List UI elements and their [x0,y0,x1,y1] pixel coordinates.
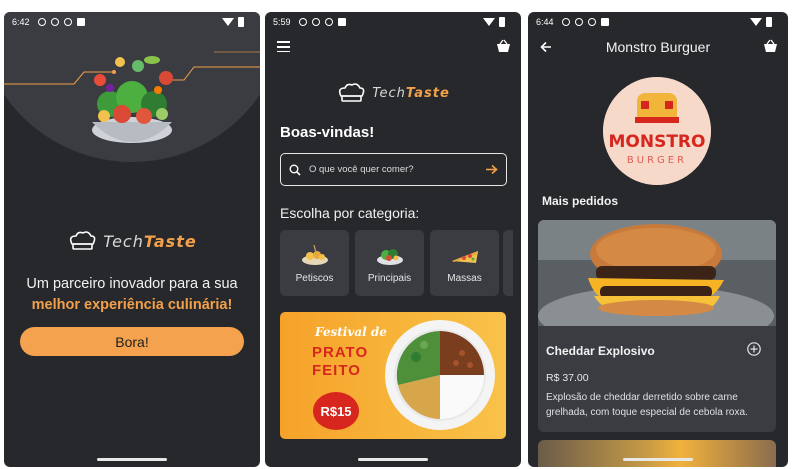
home-indicator[interactable] [97,458,167,461]
status-bar: 6:44 [528,12,788,32]
wifi-icon [483,18,495,26]
status-bar: 6:42 [4,12,260,32]
section-title: Mais pedidos [542,194,619,208]
banner-price-badge: R$15 [313,392,359,430]
search-input[interactable]: O que você quer comer? [309,164,485,175]
monstro-burger-logo: MONSTRO BURGER [603,77,711,185]
tagline-text: Um parceiro inovador para a sua [26,276,238,292]
tagline-highlight: melhor experiência culinária! [31,297,233,313]
search-icon [289,164,301,176]
home-indicator[interactable] [623,458,693,461]
tagline: Um parceiro inovador para a sua melhor e… [14,274,250,316]
battery-icon [238,17,244,27]
welcome-heading: Boas-vindas! [280,124,375,141]
logo-text-tech: Tech [372,85,406,101]
store-title: Monstro Burguer [605,39,711,55]
logo-word-monstro: MONSTRO [609,132,706,152]
basket-icon[interactable] [496,39,511,53]
logo-text-taste: Taste [405,85,450,101]
category-label: Petiscos [295,272,334,284]
wifi-icon [750,18,762,26]
battery-icon [499,17,505,27]
banner-title-line2: PRATO [312,344,369,361]
category-label: Principais [367,272,412,284]
category-heading: Escolha por categoria: [280,205,420,221]
dish-price: R$ 37.00 [546,372,589,384]
home-screen: 5:59 TechTaste Boas-vindas! O que você q… [265,12,521,467]
category-massas[interactable]: Massas [430,230,499,296]
app-notification-icon [600,18,609,26]
burger-photo [538,220,776,326]
notification-icon [561,18,570,26]
principais-icon [376,248,403,265]
mic-icon [324,18,333,26]
notification-icon [298,18,307,26]
status-time: 5:59 [273,17,291,27]
restaurant-logo: MONSTRO BURGER [603,77,711,185]
wifi-icon [222,18,234,26]
shield-icon [311,18,320,26]
chef-hat-icon [70,231,96,250]
salad-bowl-illustration [92,56,173,143]
app-logo: TechTaste [4,230,260,252]
petiscos-icon [301,244,328,265]
chef-hat-icon [339,83,365,102]
dish-card[interactable]: Cheddar Explosivo R$ 37.00 Explosão de c… [538,220,776,432]
category-list: Petiscos Principais Massas [280,230,499,296]
massas-icon [451,250,478,263]
bora-button[interactable]: Bora! [20,327,244,356]
top-app-bar [265,36,521,58]
app-notification-icon [76,18,85,26]
shield-icon [50,18,59,26]
promo-banner[interactable]: Festival de PRATO FEITO R$15 [280,312,506,439]
battery-icon [766,17,772,27]
add-circle-icon[interactable] [747,342,761,356]
plate-illustration [385,320,495,430]
menu-icon[interactable] [277,41,290,53]
top-app-bar: Monstro Burguer [528,36,788,58]
category-next-peek[interactable] [503,230,513,296]
home-indicator[interactable] [358,458,428,461]
arrow-right-icon[interactable] [485,164,498,175]
app-notification-icon [337,18,346,26]
category-label: Massas [447,272,482,284]
splash-screen: 6:42 TechTaste Um parceiro inovador para… [4,12,260,467]
basket-icon[interactable] [763,39,778,53]
search-field[interactable]: O que você quer comer? [280,153,507,186]
restaurant-screen: 6:44 Monstro Burguer MONSTRO BURGER Mais… [528,12,788,467]
logo-text-tech: Tech [103,231,144,251]
mic-icon [587,18,596,26]
notification-icon [37,18,46,26]
mic-icon [63,18,72,26]
status-time: 6:44 [536,17,554,27]
dish-name: Cheddar Explosivo [546,344,655,358]
dish-description: Explosão de cheddar derretido sobre carn… [546,392,748,418]
logo-text-taste: Taste [143,231,197,251]
category-petiscos[interactable]: Petiscos [280,230,349,296]
status-time: 6:42 [12,17,30,27]
banner-title-line3: FEITO [312,362,361,379]
category-principais[interactable]: Principais [355,230,424,296]
banner-title: Festival de [315,325,387,339]
status-bar: 5:59 [265,12,521,32]
logo-word-burger: BURGER [627,155,687,166]
app-logo: TechTaste [265,82,521,104]
shield-icon [574,18,583,26]
next-dish-card-peek[interactable] [538,440,776,467]
